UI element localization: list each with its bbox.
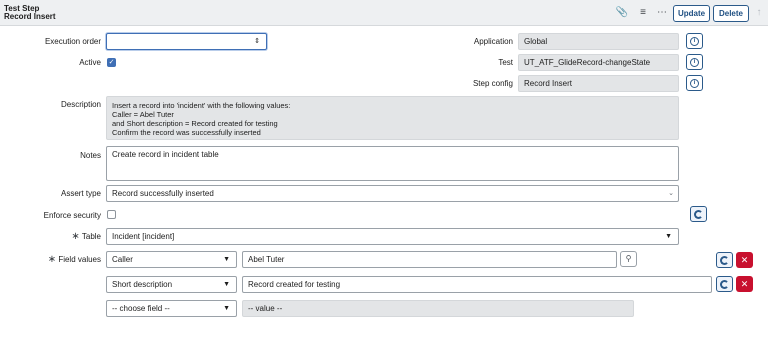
form-header xyxy=(0,0,768,26)
settings-sliders-icon[interactable]: ≡ xyxy=(636,5,650,21)
form-title-name: Record Insert xyxy=(4,12,56,21)
chevron-down-icon: ⌄ xyxy=(668,190,674,197)
test-info-button[interactable]: i xyxy=(686,54,703,70)
application-field: Global xyxy=(518,33,679,50)
table-label: ∗ Table xyxy=(0,232,101,242)
field-select[interactable]: -- choose field -- ▼ xyxy=(106,300,237,317)
execution-order-input[interactable]: ⇕ xyxy=(106,33,267,50)
step-config-info-button[interactable]: i xyxy=(686,75,703,91)
remove-field-button[interactable]: ✕ xyxy=(736,276,753,292)
table-label-text: Table xyxy=(81,232,101,241)
field-value-placeholder: -- value -- xyxy=(242,300,634,317)
reference-search-button[interactable]: ⚲ xyxy=(620,251,637,267)
context-icon xyxy=(694,210,703,219)
required-icon: ∗ xyxy=(47,254,57,265)
test-label: Test xyxy=(498,58,513,67)
field-value-input[interactable]: Record created for testing xyxy=(242,276,712,293)
description-field: Insert a record into 'incident' with the… xyxy=(106,96,679,140)
field-select-value: Caller xyxy=(112,255,133,264)
field-select[interactable]: Caller ▼ xyxy=(106,251,237,268)
dropdown-triangle-icon: ▼ xyxy=(223,305,230,312)
description-line: Caller = Abel Tuter xyxy=(112,110,174,119)
paperclip-icon[interactable]: 📎 xyxy=(615,5,629,21)
assert-type-value: Record successfully inserted xyxy=(112,189,214,198)
info-icon: i xyxy=(690,58,699,67)
info-icon: i xyxy=(690,79,699,88)
field-value-input[interactable]: Abel Tuter xyxy=(242,251,617,268)
enforce-security-label: Enforce security xyxy=(43,211,101,220)
enforce-security-action-button[interactable] xyxy=(690,206,707,222)
assert-type-select[interactable]: Record successfully inserted ⌄ xyxy=(106,185,679,202)
application-label: Application xyxy=(473,37,513,46)
field-select-value: Short description xyxy=(112,280,173,289)
context-icon xyxy=(720,280,729,289)
table-select[interactable]: Incident [incident] ▼ xyxy=(106,228,679,245)
spinner-icon[interactable]: ⇕ xyxy=(254,34,260,49)
description-line: Confirm the record was successfully inse… xyxy=(112,128,261,137)
arrow-up-icon[interactable]: ↑ xyxy=(752,5,766,21)
field-select[interactable]: Short description ▼ xyxy=(106,276,237,293)
step-config-label: Step config xyxy=(472,79,513,88)
description-label: Description xyxy=(60,100,101,109)
step-config-field: Record Insert xyxy=(518,75,679,92)
field-select-value: -- choose field -- xyxy=(112,304,170,313)
context-icon xyxy=(720,256,729,265)
test-field: UT_ATF_GlideRecord-changeState xyxy=(518,54,679,71)
field-values-label-text: Field values xyxy=(58,255,101,264)
active-label: Active xyxy=(79,58,101,67)
update-button[interactable]: Update xyxy=(673,5,710,22)
notes-label: Notes xyxy=(80,151,101,160)
execution-order-label: Execution order xyxy=(44,37,101,46)
table-value: Incident [incident] xyxy=(112,232,175,241)
field-row-action-button[interactable] xyxy=(716,276,733,292)
notes-textarea[interactable]: Create record in incident table xyxy=(106,146,679,181)
application-info-button[interactable]: i xyxy=(686,33,703,49)
required-icon: ∗ xyxy=(71,231,80,242)
info-icon: i xyxy=(690,37,699,46)
remove-field-button[interactable]: ✕ xyxy=(736,252,753,268)
dropdown-triangle-icon: ▼ xyxy=(223,256,230,263)
field-row-action-button[interactable] xyxy=(716,252,733,268)
active-checkbox[interactable]: ✓ xyxy=(107,58,116,67)
description-line: Insert a record into 'incident' with the… xyxy=(112,101,291,110)
dropdown-triangle-icon: ▼ xyxy=(223,281,230,288)
more-options-icon[interactable]: ⋯ xyxy=(655,5,669,21)
delete-button[interactable]: Delete xyxy=(713,5,749,22)
enforce-security-checkbox[interactable] xyxy=(107,210,116,219)
assert-type-label: Assert type xyxy=(60,189,101,198)
description-line: and Short description = Record created f… xyxy=(112,119,278,128)
field-values-label: ∗ Field values xyxy=(0,255,101,265)
dropdown-triangle-icon: ▼ xyxy=(665,233,672,240)
